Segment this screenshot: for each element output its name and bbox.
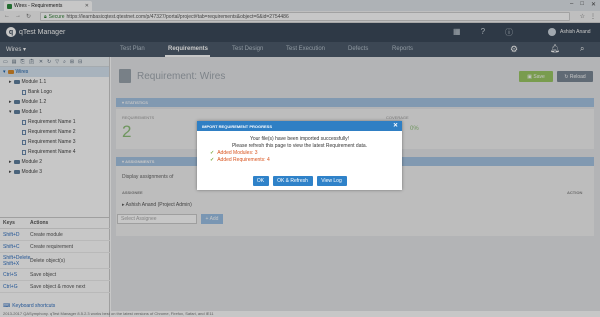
added-modules-item: ✓ Added Modules: 3 [210,150,402,157]
dialog-buttons: OK OK & Refresh View Log [197,176,402,186]
refresh-message: Please refresh this page to view the lat… [231,143,368,149]
dialog-title: IMPORT REQUIREMENT PROGRESS [202,123,273,129]
added-requirements-text: Added Requirements: 4 [217,157,270,163]
check-icon: ✓ [210,157,215,163]
success-message: Your file(s) have been imported successf… [249,136,350,142]
ok-button[interactable]: OK [252,176,269,186]
close-icon[interactable]: ✕ [393,122,398,129]
ok-refresh-button[interactable]: OK & Refresh [272,176,313,186]
view-log-button[interactable]: View Log [316,176,347,186]
dialog-message: Your file(s) have been imported successf… [197,136,402,150]
added-requirements-item: ✓ Added Requirements: 4 [210,157,402,164]
added-modules-text: Added Modules: 3 [217,150,258,156]
check-icon: ✓ [210,150,215,156]
dialog-header: IMPORT REQUIREMENT PROGRESS ✕ [197,121,402,131]
import-progress-dialog: IMPORT REQUIREMENT PROGRESS ✕ Your file(… [197,121,402,190]
